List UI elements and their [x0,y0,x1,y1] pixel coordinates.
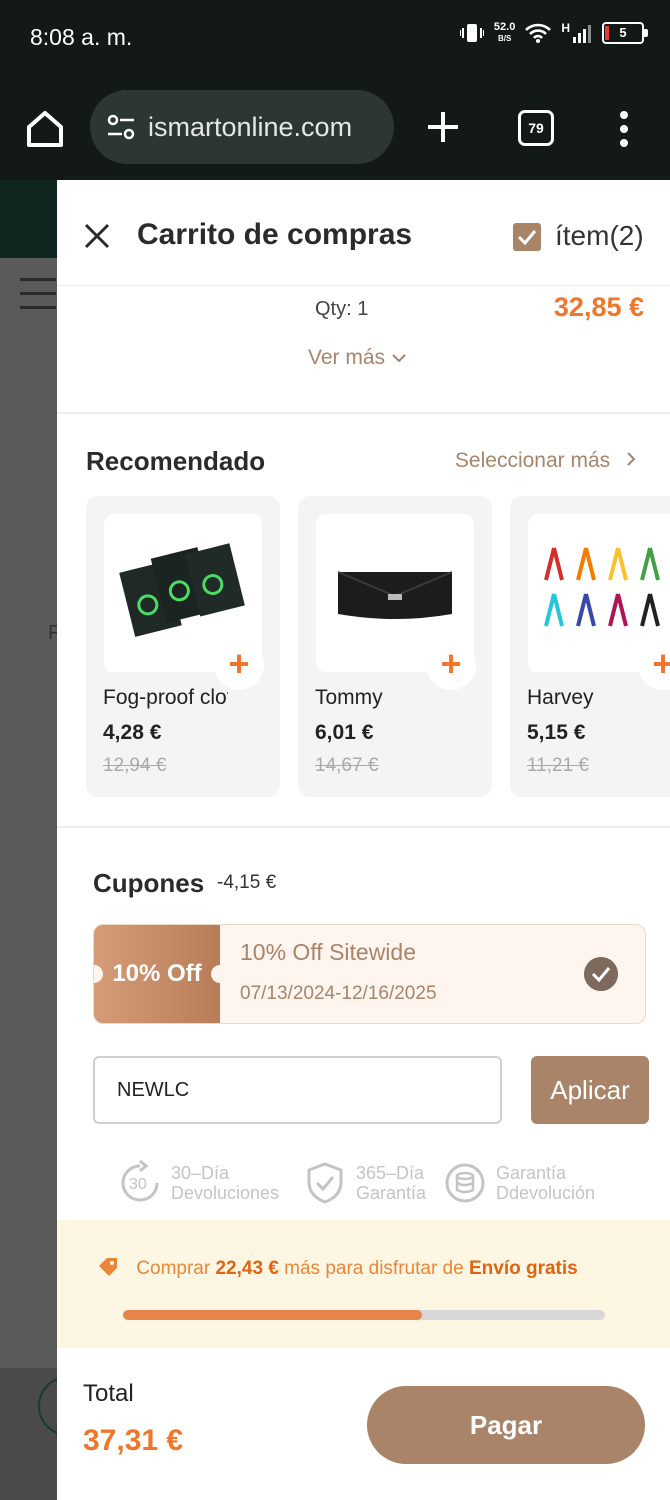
item-quantity: Qty: 1 [315,298,369,320]
coupon-card[interactable]: 10% Off 10% Off Sitewide 07/13/2024-12/1… [93,924,646,1024]
hamburger-icon [20,278,56,312]
battery-level: 5 [619,25,627,40]
checkmark-icon [517,230,537,246]
wifi-icon [525,23,552,43]
recommended-title: Recomendado [86,446,266,476]
shipping-amount: 22,43 € [215,1258,279,1279]
free-shipping-message: Comprar 22,43 € más para disfrutar de En… [97,1256,578,1280]
status-bar: 8:08 a. m. 52.0 B/S H 5 [0,0,670,78]
vibrate-icon [459,24,484,42]
shipping-progress-bar [123,1310,605,1320]
guarantee-line1: 30–Día [171,1163,230,1183]
guarantee-line1: Garantía [496,1163,567,1183]
add-to-cart-button[interactable]: + [426,640,476,690]
shipping-progress-fill [123,1310,422,1320]
guarantee-returns: 30 30–Día Devoluciones [117,1160,279,1206]
product-old-price: 12,94 € [103,755,167,776]
net-speed-unit: B/S [497,34,512,43]
coupon-code-input[interactable] [93,1056,502,1124]
product-name: Fog-proof cloth [103,686,228,709]
coupon-badge: 10% Off [94,925,229,1023]
cart-title: Carrito de compras [137,218,413,251]
free-shipping-banner: Comprar 22,43 € más para disfrutar de En… [57,1220,670,1348]
guarantee-refund: Garantía Ddevolución [442,1160,595,1206]
product-old-price: 11,21 € [527,755,589,776]
battery-icon: 5 [602,22,648,44]
guarantee-line2: Ddevolución [496,1183,596,1203]
product-name: Tommy [315,686,383,709]
select-all-checkbox[interactable] [513,223,541,251]
shipping-highlight: Envío gratis [468,1258,578,1279]
pay-button[interactable]: Pagar [367,1386,645,1464]
site-settings-icon[interactable] [104,110,138,144]
coupon-discount: -4,15 € [217,872,277,893]
chevron-down-icon [392,354,406,363]
item-price: 32,85 € [553,292,644,322]
select-more-label: Seleccionar más [454,449,611,472]
recommended-card[interactable]: + Fog-proof cloth 4,28 € 12,94 € [86,496,280,797]
coupon-badge-label: 10% Off [112,960,202,987]
close-icon[interactable] [83,222,111,250]
new-tab-icon[interactable] [420,104,466,150]
cart-drawer: Carrito de compras ítem(2) Qty: 1 32,85 … [57,180,670,1500]
section-divider [57,412,670,414]
net-speed: 52.0 B/S [494,22,515,44]
see-more-link[interactable]: Ver más [308,346,407,370]
shield-check-icon [307,1162,343,1204]
more-menu-icon[interactable] [606,106,642,152]
refund-coins-icon [445,1163,485,1203]
item-count: ítem(2) [555,220,644,251]
tab-count: 79 [528,120,544,136]
total-label: Total [83,1380,134,1407]
shipping-middle: más para disfrutar de [284,1258,464,1279]
home-icon[interactable] [22,106,68,152]
coupon-name: 10% Off Sitewide [240,939,417,965]
guarantee-line2: Garantía [356,1183,427,1203]
product-price: 4,28 € [103,721,162,744]
guarantee-warranty: 365–Día Garantía [302,1160,426,1206]
see-more-label: Ver más [308,346,386,369]
signal-type: H [561,21,570,35]
url-text: ismartonline.com [148,111,353,142]
tab-switcher-button[interactable]: 79 [518,110,554,146]
select-more-link[interactable]: Seleccionar más [455,449,638,473]
address-bar[interactable]: ismartonline.com [90,90,394,164]
product-old-price: 14,67 € [315,755,379,776]
coupon-dates: 07/13/2024-12/16/2025 [240,983,437,1004]
status-time: 8:08 a. m. [30,24,133,50]
recommended-card[interactable]: + Harvey 5,15 € 11,21 € [510,496,670,797]
svg-text:30: 30 [129,1176,147,1193]
product-price: 5,15 € [527,721,586,744]
signal-icon [573,25,591,43]
coupon-selected-check-icon[interactable] [584,957,618,991]
net-speed-value: 52.0 [493,21,516,33]
chevron-right-icon [627,452,636,466]
guarantee-line1: 365–Día [356,1163,425,1183]
guarantee-line2: Devoluciones [171,1183,280,1203]
cart-header: Carrito de compras ítem(2) [57,180,670,286]
product-price: 6,01 € [315,721,374,744]
shipping-prefix: Comprar [136,1258,211,1279]
product-name: Harvey [527,686,594,709]
browser-toolbar: ismartonline.com 79 [0,78,670,180]
apply-coupon-button[interactable]: Aplicar [531,1056,649,1124]
return-30-icon: 30 [121,1160,159,1202]
total-value: 37,31 € [83,1424,184,1457]
tag-icon [99,1258,117,1276]
background-header [0,180,60,258]
section-divider [57,826,670,828]
coupons-title: Cupones [93,868,205,898]
recommended-card[interactable]: + Tommy 6,01 € 14,67 € [298,496,492,797]
status-icons: 52.0 B/S H 5 [459,21,648,44]
add-to-cart-button[interactable]: + [214,640,264,690]
